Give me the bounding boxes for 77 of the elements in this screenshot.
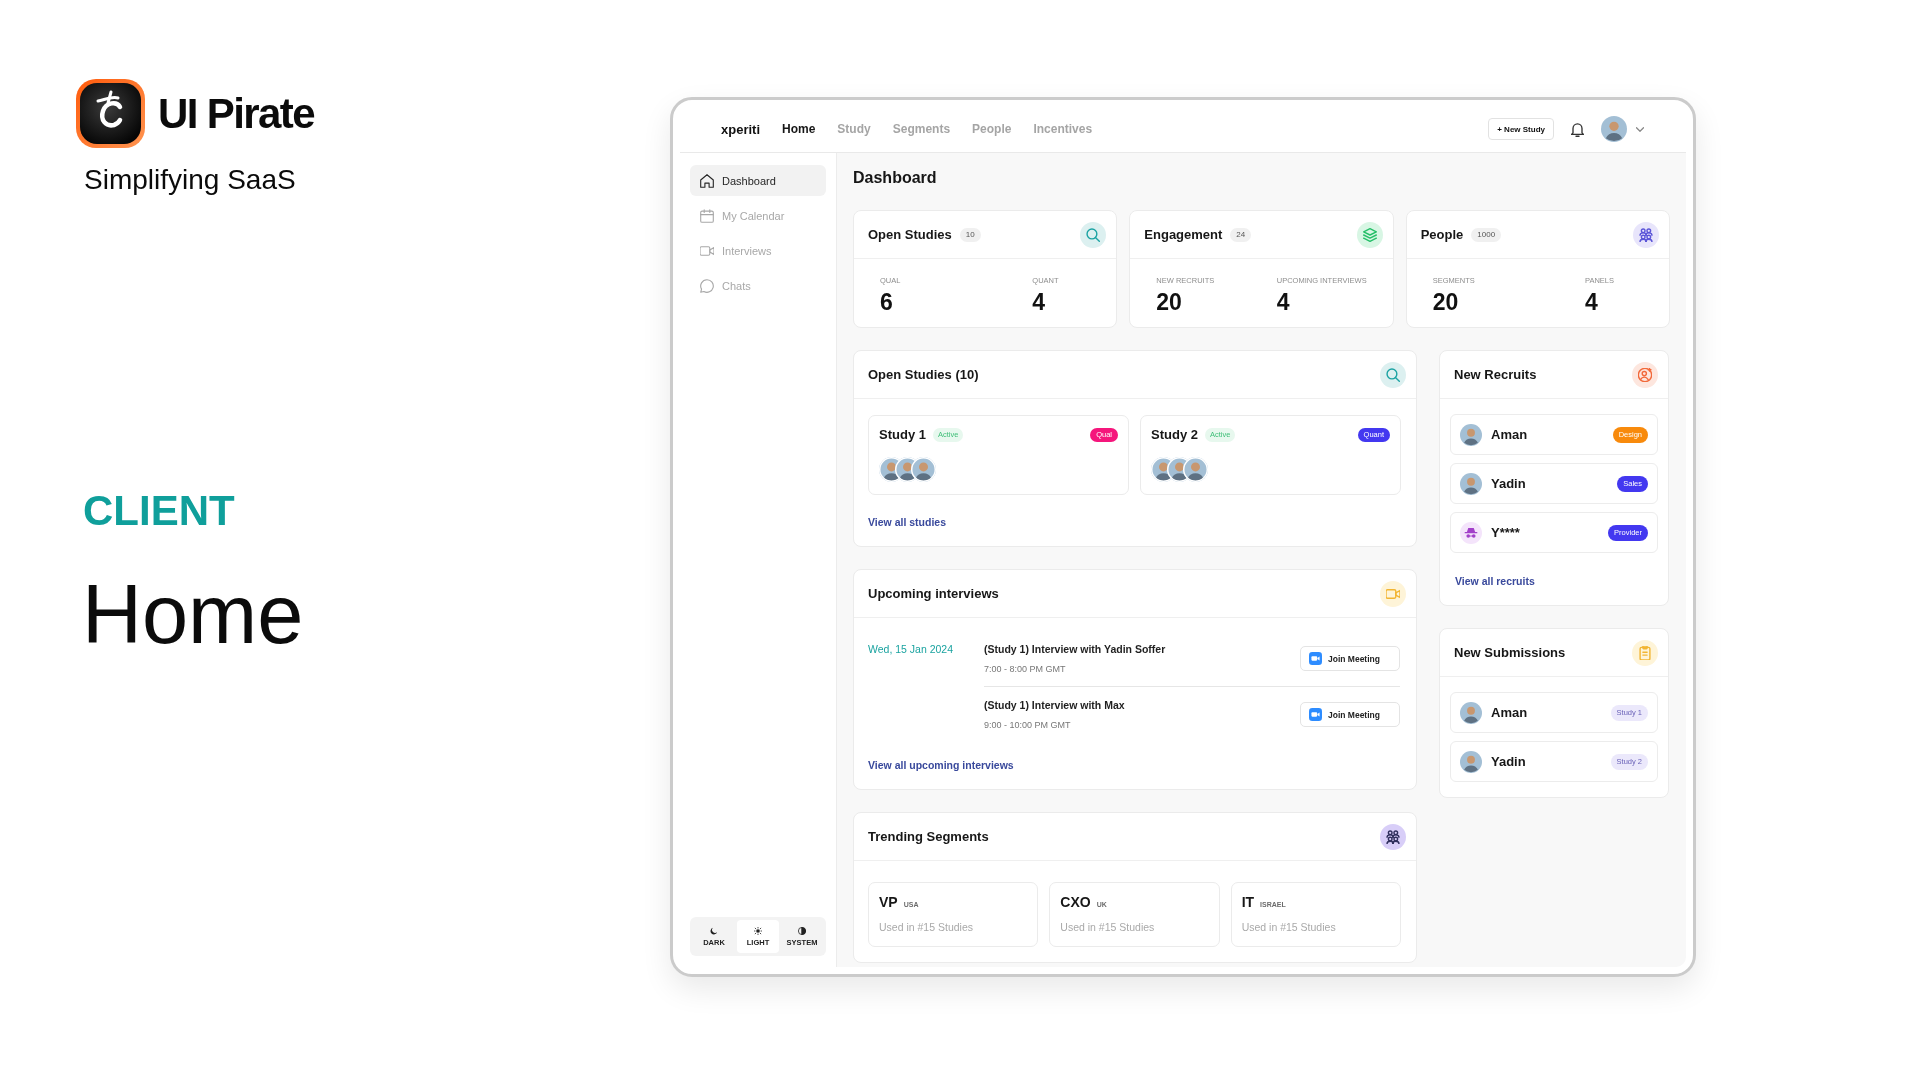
brand-tagline: Simplifying SaaS [84, 163, 296, 197]
moon-icon [710, 926, 718, 935]
metric-value: 4 [1032, 290, 1047, 314]
clipboard-icon [1632, 639, 1658, 666]
incognito-icon [1460, 521, 1482, 544]
category-label: CLIENT [83, 486, 235, 536]
segment-usage: Used in #15 Studies [879, 921, 973, 934]
sun-icon [754, 926, 762, 935]
card-title: Open Studies (10) [868, 367, 979, 382]
submitter-name: Aman [1491, 705, 1528, 720]
metric-value: 6 [880, 290, 894, 314]
card-title: Open Studies [868, 227, 952, 242]
join-meeting-button[interactable]: Join Meeting [1300, 646, 1400, 671]
bell-icon[interactable] [1571, 121, 1584, 137]
search-icon [1380, 361, 1406, 388]
people-icon [1633, 221, 1659, 248]
avatar-icon [1460, 423, 1482, 446]
card-title: Engagement [1144, 227, 1223, 242]
metric-value: 4 [1276, 290, 1291, 314]
people-icon [1380, 823, 1406, 850]
page-title: Dashboard [853, 168, 937, 188]
sidebar-item[interactable]: Dashboard [690, 165, 826, 196]
search-icon [1080, 221, 1107, 248]
segment-usage: Used in #15 Studies [1060, 921, 1155, 934]
user-add-icon [1632, 361, 1658, 388]
video-camera-icon [700, 243, 714, 258]
avatar-icon [1183, 457, 1208, 482]
avatar-icon [911, 457, 936, 482]
view-all-link[interactable]: View all recruits [1455, 574, 1535, 588]
join-meeting-button[interactable]: Join Meeting [1300, 702, 1400, 727]
count-badge: 10 [959, 227, 981, 242]
study-name: Study 2 [1151, 427, 1198, 443]
metric-value: 20 [1432, 290, 1460, 314]
calendar-icon [700, 208, 714, 223]
card-title: New Submissions [1454, 645, 1566, 660]
layers-icon [1356, 221, 1383, 248]
avatar-icon[interactable] [1601, 116, 1627, 142]
brand-name: UI Pirate [158, 89, 314, 138]
interview-time: 7:00 - 8:00 PM GMT [984, 663, 1066, 675]
screen-title: Home [82, 569, 304, 660]
card-title: People [1420, 227, 1464, 242]
card-title: New Recruits [1454, 367, 1537, 382]
metric-value: 4 [1585, 290, 1599, 314]
nav-link[interactable]: Home [782, 122, 816, 136]
view-all-link[interactable]: View all studies [868, 515, 946, 529]
count-badge: 24 [1230, 227, 1252, 242]
view-all-link[interactable]: View all upcoming interviews [868, 758, 1014, 772]
interview-date: Wed, 15 Jan 2024 [868, 642, 954, 656]
chevron-down-icon[interactable] [1636, 126, 1644, 132]
app-logo: xperiti [721, 121, 760, 137]
interview-title: (Study 1) Interview with Yadin Soffer [984, 642, 1166, 656]
logo-icon [76, 79, 145, 148]
avatar-icon [1460, 472, 1482, 495]
interview-time: 9:00 - 10:00 PM GMT [984, 719, 1071, 731]
video-camera-icon [1309, 652, 1322, 665]
avatar-icon [1460, 701, 1482, 724]
home-icon [700, 173, 714, 188]
segment-name: VP [879, 894, 898, 910]
video-camera-icon [1380, 580, 1406, 607]
chat-bubble-icon [700, 278, 714, 293]
video-camera-icon [1309, 708, 1322, 721]
segment-usage: Used in #15 Studies [1241, 921, 1336, 934]
recruit-name: Aman [1491, 427, 1528, 442]
study-name: Study 1 [879, 427, 926, 443]
half-circle-icon [798, 926, 806, 935]
recruit-name: Y**** [1491, 525, 1520, 540]
new-study-button[interactable]: + New Study [1488, 118, 1554, 140]
recruit-name: Yadin [1491, 476, 1526, 491]
card-title: Upcoming interviews [868, 586, 999, 601]
interview-title: (Study 1) Interview with Max [984, 698, 1125, 712]
segment-name: IT [1241, 894, 1255, 910]
avatar-icon [1460, 750, 1482, 773]
segment-name: CXO [1060, 894, 1091, 910]
count-badge: 1000 [1471, 227, 1502, 242]
metric-value: 20 [1156, 290, 1183, 314]
card-title: Trending Segments [868, 829, 989, 844]
submitter-name: Yadin [1491, 754, 1526, 769]
